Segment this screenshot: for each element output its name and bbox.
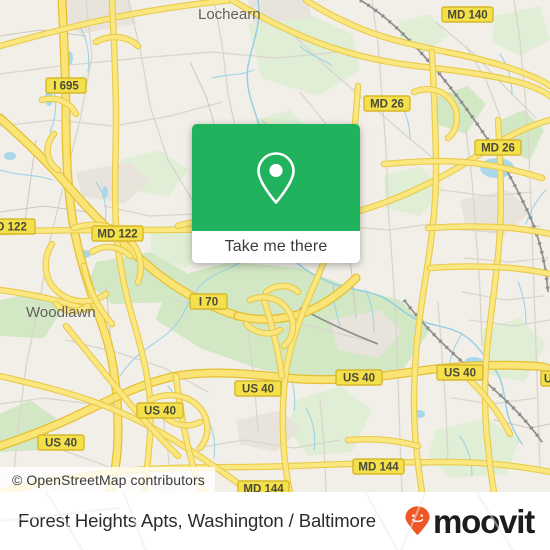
svg-text:US 40: US 40 — [444, 368, 476, 380]
svg-text:MD 144: MD 144 — [243, 484, 284, 493]
svg-text:Lochearn: Lochearn — [198, 6, 261, 23]
footer-background-map-lines — [0, 492, 514, 550]
svg-text:I 70: I 70 — [199, 297, 218, 309]
svg-text:MD 122: MD 122 — [97, 229, 137, 241]
svg-text:MD 26: MD 26 — [481, 143, 515, 155]
svg-text:MD 26: MD 26 — [370, 99, 404, 111]
popup-image-panel — [192, 124, 360, 231]
osm-attribution-text: © OpenStreetMap contributors — [12, 471, 205, 488]
svg-text:US 40: US 40 — [144, 406, 176, 418]
osm-attribution: © OpenStreetMap contributors — [0, 467, 215, 492]
take-me-there-label: Take me there — [224, 238, 328, 255]
footer-bar: Forest Heights Apts, Washington / Baltim… — [0, 492, 550, 550]
svg-text:US 40: US 40 — [343, 373, 375, 385]
svg-text:D 122: D 122 — [0, 222, 27, 234]
location-pin-icon — [257, 151, 295, 204]
screenshot-root: .rdcase{fill:none;stroke:#e8c33c;stroke-… — [0, 0, 550, 550]
take-me-there-button[interactable]: Take me there — [192, 231, 360, 263]
svg-text:US 40: US 40 — [242, 384, 274, 396]
svg-text:I 695: I 695 — [53, 81, 79, 93]
location-popup-card[interactable]: Take me there — [192, 124, 360, 263]
svg-text:MD 144: MD 144 — [358, 462, 399, 474]
svg-text:U: U — [544, 374, 550, 386]
map-canvas[interactable]: .rdcase{fill:none;stroke:#e8c33c;stroke-… — [0, 0, 550, 492]
svg-text:Woodlawn: Woodlawn — [26, 304, 96, 321]
svg-text:US 40: US 40 — [45, 438, 77, 450]
svg-text:MD 140: MD 140 — [447, 10, 487, 22]
